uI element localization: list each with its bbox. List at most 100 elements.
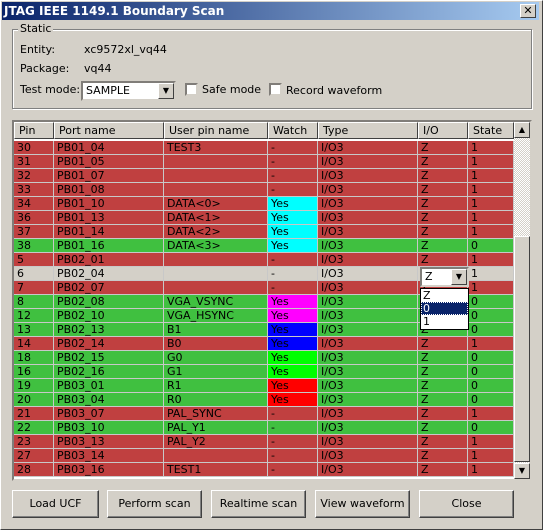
- table-row[interactable]: 5 PB02_01 - I/O3 Z 1: [14, 253, 514, 267]
- cell-port-name: PB02_14: [54, 337, 164, 351]
- cell-watch[interactable]: -: [268, 421, 318, 435]
- perform-scan-button[interactable]: Perform scan: [107, 490, 202, 518]
- load-ucf-button[interactable]: Load UCF: [12, 490, 99, 518]
- table-row[interactable]: 18 PB02_15 G0 Yes I/O3 Z 0: [14, 351, 514, 365]
- cell-io[interactable]: Z: [418, 169, 468, 183]
- close-icon[interactable]: ✕: [520, 4, 536, 18]
- table-row[interactable]: 16 PB02_16 G1 Yes I/O3 Z 0: [14, 365, 514, 379]
- io-option[interactable]: 0: [421, 302, 468, 315]
- cell-watch[interactable]: Yes: [268, 379, 318, 393]
- cell-io[interactable]: Z: [418, 379, 468, 393]
- cell-watch[interactable]: Yes: [268, 365, 318, 379]
- cell-watch[interactable]: Yes: [268, 225, 318, 239]
- scrollbar-thumb[interactable]: [514, 236, 530, 462]
- table-row[interactable]: 20 PB03_04 R0 Yes I/O3 Z 0: [14, 393, 514, 407]
- safe-mode-label[interactable]: Safe mode: [202, 83, 261, 96]
- cell-io[interactable]: Z: [418, 463, 468, 477]
- chevron-down-icon[interactable]: ▼: [158, 83, 174, 99]
- cell-io[interactable]: Z: [418, 449, 468, 463]
- cell-type: I/O3: [318, 435, 418, 449]
- cell-io[interactable]: Z: [418, 393, 468, 407]
- scroll-up-icon[interactable]: ▲: [514, 122, 530, 138]
- cell-io[interactable]: Z: [418, 141, 468, 155]
- table-row[interactable]: 36 PB01_13 DATA<1> Yes I/O3 Z 1: [14, 211, 514, 225]
- record-waveform-label[interactable]: Record waveform: [286, 84, 382, 97]
- cell-io[interactable]: Z: [418, 239, 468, 253]
- table-row[interactable]: 19 PB03_01 R1 Yes I/O3 Z 0: [14, 379, 514, 393]
- view-waveform-button[interactable]: View waveform: [315, 490, 410, 518]
- cell-watch[interactable]: -: [268, 169, 318, 183]
- cell-io[interactable]: Z: [418, 225, 468, 239]
- cell-watch[interactable]: -: [268, 155, 318, 169]
- realtime-scan-button[interactable]: Realtime scan: [211, 490, 306, 518]
- scroll-down-icon[interactable]: ▼: [514, 463, 530, 479]
- cell-watch[interactable]: -: [268, 435, 318, 449]
- column-header-io[interactable]: I/O: [418, 122, 468, 139]
- chevron-down-icon[interactable]: ▼: [451, 269, 467, 285]
- cell-io[interactable]: Z: [418, 337, 468, 351]
- cell-watch[interactable]: -: [268, 449, 318, 463]
- table-row[interactable]: 21 PB03_07 PAL_SYNC - I/O3 Z 1: [14, 407, 514, 421]
- table-row[interactable]: 38 PB01_16 DATA<3> Yes I/O3 Z 0: [14, 239, 514, 253]
- cell-watch[interactable]: Yes: [268, 211, 318, 225]
- cell-watch[interactable]: -: [268, 407, 318, 421]
- cell-user-pin-name: [164, 169, 268, 183]
- table-row[interactable]: 28 PB03_16 TEST1- I/O3 Z 1: [14, 463, 514, 477]
- cell-io[interactable]: Z: [418, 435, 468, 449]
- table-row[interactable]: 23 PB03_13 PAL_Y2- I/O3 Z 1: [14, 435, 514, 449]
- io-option[interactable]: 1: [421, 315, 468, 328]
- io-dropdown[interactable]: Z ▼: [420, 267, 469, 287]
- cell-io[interactable]: Z: [418, 197, 468, 211]
- cell-watch[interactable]: Yes: [268, 239, 318, 253]
- cell-io[interactable]: Z: [418, 183, 468, 197]
- column-header-port-name[interactable]: Port name: [54, 122, 164, 139]
- cell-watch[interactable]: -: [268, 463, 318, 477]
- cell-watch[interactable]: Yes: [268, 309, 318, 323]
- cell-io[interactable]: Z: [418, 155, 468, 169]
- cell-watch[interactable]: Yes: [268, 197, 318, 211]
- cell-io[interactable]: Z: [418, 407, 468, 421]
- table-row[interactable]: 32 PB01_07 - I/O3 Z 1: [14, 169, 514, 183]
- table-row[interactable]: 37 PB01_14 DATA<2> Yes I/O3 Z 1: [14, 225, 514, 239]
- column-header-watch[interactable]: Watch: [268, 122, 318, 139]
- table-row[interactable]: 27 PB03_14 - I/O3 Z 1: [14, 449, 514, 463]
- table-row[interactable]: 22 PB03_10 PAL_Y1- I/O3 Z 0: [14, 421, 514, 435]
- table-row[interactable]: 34 PB01_10 DATA<0> Yes I/O3 Z 1: [14, 197, 514, 211]
- column-header-pin[interactable]: Pin: [14, 122, 54, 139]
- cell-io[interactable]: Z: [418, 365, 468, 379]
- cell-watch[interactable]: -: [268, 281, 318, 295]
- close-button[interactable]: Close: [419, 490, 514, 518]
- vertical-scrollbar[interactable]: ▲ ▼: [514, 122, 530, 479]
- table-row[interactable]: 14 PB02_14 B0 Yes I/O3 Z 1: [14, 337, 514, 351]
- column-header-type[interactable]: Type: [318, 122, 418, 139]
- cell-io[interactable]: Z: [418, 253, 468, 267]
- cell-watch[interactable]: Yes: [268, 323, 318, 337]
- cell-user-pin-name: DATA<2>: [164, 225, 268, 239]
- cell-user-pin-name: B0: [164, 337, 268, 351]
- cell-type: I/O3: [318, 169, 418, 183]
- cell-watch[interactable]: -: [268, 253, 318, 267]
- cell-watch[interactable]: Yes: [268, 351, 318, 365]
- cell-io[interactable]: Z: [418, 351, 468, 365]
- cell-watch[interactable]: -: [268, 141, 318, 155]
- safe-mode-checkbox[interactable]: [185, 83, 198, 96]
- cell-state: 1: [468, 449, 514, 463]
- cell-state: 0: [468, 421, 514, 435]
- cell-type: I/O3: [318, 155, 418, 169]
- cell-io[interactable]: Z: [418, 421, 468, 435]
- cell-watch[interactable]: -: [268, 183, 318, 197]
- test-mode-select[interactable]: SAMPLE ▼: [81, 81, 176, 101]
- cell-watch[interactable]: -: [268, 267, 318, 281]
- table-row[interactable]: 30 PB01_04 TEST3- I/O3 Z 1: [14, 141, 514, 155]
- table-row[interactable]: 31 PB01_05 - I/O3 Z 1: [14, 155, 514, 169]
- io-option[interactable]: Z: [421, 289, 468, 302]
- cell-watch[interactable]: Yes: [268, 393, 318, 407]
- cell-user-pin-name: B1: [164, 323, 268, 337]
- cell-watch[interactable]: Yes: [268, 337, 318, 351]
- cell-io[interactable]: Z: [418, 211, 468, 225]
- column-header-state[interactable]: State: [468, 122, 514, 139]
- column-header-user-pin-name[interactable]: User pin name: [164, 122, 268, 139]
- table-row[interactable]: 33 PB01_08 - I/O3 Z 1: [14, 183, 514, 197]
- record-waveform-checkbox[interactable]: [269, 83, 282, 96]
- cell-watch[interactable]: Yes: [268, 295, 318, 309]
